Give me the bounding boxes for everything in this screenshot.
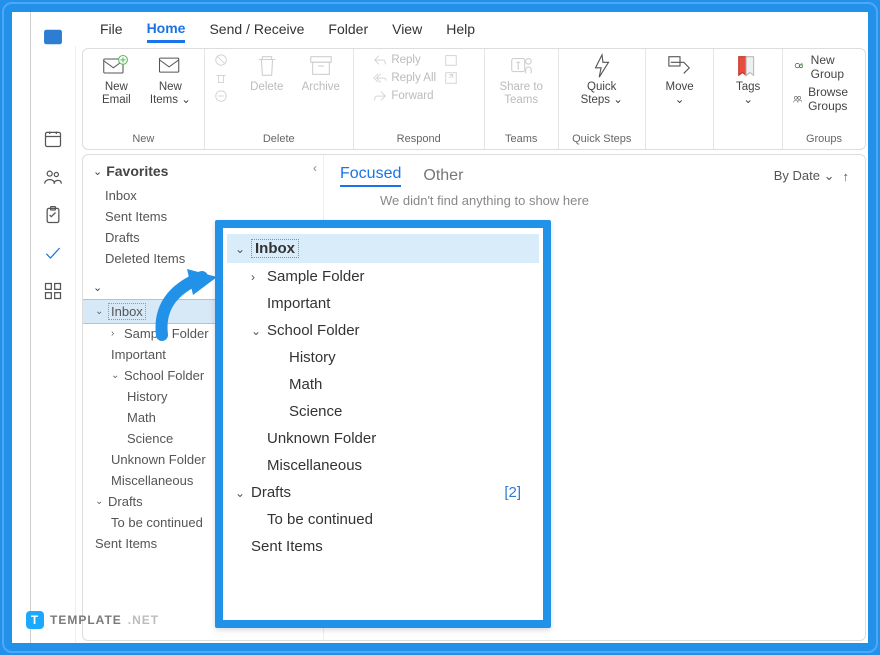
- group-new-label: New: [132, 133, 154, 147]
- group-respond-label: Respond: [397, 133, 441, 147]
- callout-item[interactable]: Science: [227, 398, 539, 425]
- tab-file[interactable]: File: [100, 17, 123, 41]
- tasks-clipboard-icon[interactable]: [31, 196, 75, 234]
- share-icon[interactable]: [444, 71, 464, 85]
- move-button[interactable]: Move⌄: [657, 53, 703, 107]
- callout-panel: ⌄Inbox›Sample Folder Important⌄School Fo…: [215, 220, 551, 628]
- new-email-button[interactable]: New Email: [93, 53, 139, 107]
- callout-item[interactable]: ⌄School Folder: [227, 317, 539, 344]
- calendar-icon[interactable]: [31, 120, 75, 158]
- chevron-icon[interactable]: ⌄: [95, 496, 105, 507]
- cleanup-icon[interactable]: [214, 71, 236, 85]
- menu-bar: File Home Send / Receive Folder View Hel…: [74, 12, 868, 46]
- callout-item[interactable]: Unknown Folder: [227, 425, 539, 452]
- browse-groups-button[interactable]: Browse Groups: [793, 85, 855, 113]
- tab-folder[interactable]: Folder: [328, 17, 368, 41]
- callout-item[interactable]: ›Sample Folder: [227, 263, 539, 290]
- share-teams-button[interactable]: Share to Teams: [498, 53, 544, 107]
- chevron-icon[interactable]: ›: [251, 270, 263, 284]
- quick-steps-button[interactable]: Quick Steps ⌄: [579, 53, 625, 107]
- forward-button[interactable]: Forward: [373, 89, 436, 103]
- favorite-item[interactable]: Inbox: [83, 185, 323, 206]
- new-group-button[interactable]: New Group: [793, 53, 855, 81]
- callout-item[interactable]: History: [227, 344, 539, 371]
- tab-send-receive[interactable]: Send / Receive: [209, 17, 304, 41]
- share-teams-label: Share to Teams: [499, 81, 542, 107]
- meeting-icon[interactable]: [444, 53, 464, 67]
- group-quicksteps-label: Quick Steps: [572, 133, 631, 147]
- reply-all-button[interactable]: Reply All: [373, 71, 436, 85]
- ignore-icon[interactable]: [214, 53, 236, 67]
- callout-item[interactable]: ⌄Inbox: [227, 234, 539, 263]
- new-items-label: New Items: [150, 81, 182, 106]
- chevron-down-icon: ⌄: [93, 281, 102, 294]
- item-count: [2]: [504, 484, 531, 501]
- chevron-icon[interactable]: ⌄: [235, 486, 247, 500]
- callout-item[interactable]: Miscellaneous: [227, 452, 539, 479]
- empty-message: We didn't find anything to show here: [340, 187, 849, 214]
- callout-item[interactable]: Sent Items: [227, 533, 539, 560]
- callout-item[interactable]: Important: [227, 290, 539, 317]
- group-teams-label: Teams: [505, 133, 537, 147]
- collapse-nav-icon[interactable]: ‹: [313, 161, 317, 175]
- junk-icon[interactable]: [214, 89, 236, 103]
- new-email-label: New Email: [102, 81, 131, 107]
- group-groups-label: Groups: [806, 133, 842, 147]
- watermark: T TEMPLATE.NET: [26, 611, 159, 629]
- sort-by-date[interactable]: By Date ⌄: [774, 168, 835, 184]
- callout-item[interactable]: Math: [227, 371, 539, 398]
- todo-check-icon[interactable]: [31, 234, 75, 272]
- new-items-button[interactable]: New Items ⌄: [147, 53, 193, 107]
- other-tab[interactable]: Other: [423, 167, 463, 185]
- callout-item[interactable]: ⌄Drafts[2]: [227, 479, 539, 506]
- chevron-icon[interactable]: ⌄: [235, 242, 247, 256]
- chevron-icon[interactable]: ⌄: [251, 324, 263, 338]
- chevron-icon[interactable]: ⌄: [95, 306, 105, 317]
- archive-label: Archive: [302, 81, 340, 94]
- delete-label: Delete: [250, 81, 283, 94]
- sort-direction-icon[interactable]: ↑: [843, 169, 850, 184]
- chevron-down-icon: ⌄: [93, 165, 102, 178]
- archive-button[interactable]: Archive: [298, 53, 344, 94]
- watermark-badge: T: [26, 611, 44, 629]
- tab-home[interactable]: Home: [147, 16, 186, 43]
- chevron-icon[interactable]: ›: [111, 328, 121, 339]
- reply-button[interactable]: Reply: [373, 53, 436, 67]
- favorites-header[interactable]: ⌄Favorites: [83, 155, 323, 183]
- tab-view[interactable]: View: [392, 17, 422, 41]
- focused-tab[interactable]: Focused: [340, 165, 401, 187]
- group-delete-label: Delete: [263, 133, 295, 147]
- chevron-icon[interactable]: ⌄: [111, 370, 121, 381]
- app-rail: [30, 12, 76, 643]
- ribbon: New Email New Items ⌄ New: [82, 48, 866, 150]
- delete-button[interactable]: Delete: [244, 53, 290, 94]
- tab-help[interactable]: Help: [446, 17, 475, 41]
- callout-item[interactable]: To be continued: [227, 506, 539, 533]
- tags-button[interactable]: Tags⌄: [725, 53, 771, 107]
- mail-icon[interactable]: [31, 18, 75, 56]
- more-apps-icon[interactable]: [31, 272, 75, 310]
- people-icon[interactable]: [31, 158, 75, 196]
